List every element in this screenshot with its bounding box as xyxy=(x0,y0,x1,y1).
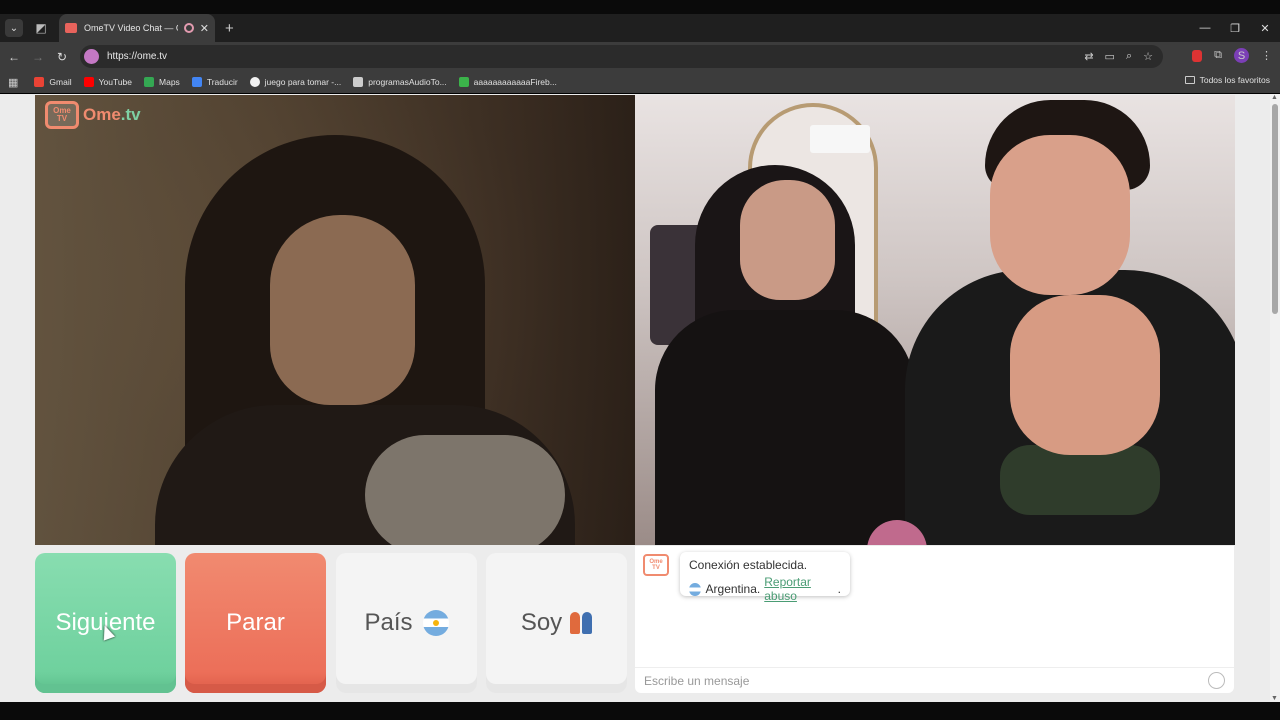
screen-top-strip xyxy=(0,0,1280,14)
local-video xyxy=(635,95,1235,545)
argentina-flag-icon xyxy=(689,582,701,596)
browser-tab-bar: ⌄ ◩ OmeTV Video Chat — Ome ✕ + — ❐ ✕ xyxy=(0,14,1280,42)
tab-close-icon[interactable]: ✕ xyxy=(200,22,209,35)
air-conditioner xyxy=(810,125,870,153)
stop-button-label: Parar xyxy=(226,609,285,636)
pinned-tab-icon[interactable]: ◩ xyxy=(33,20,49,36)
site-info-icon[interactable] xyxy=(84,49,99,64)
reload-icon[interactable]: ↻ xyxy=(52,50,72,64)
translate-icon[interactable]: ⇄ xyxy=(1084,50,1093,63)
recording-indicator-icon xyxy=(183,23,194,33)
bookmark-icon xyxy=(353,77,364,87)
tab-title: OmeTV Video Chat — Ome xyxy=(84,23,178,33)
browser-menu-icon[interactable]: ⋮ xyxy=(1261,49,1272,62)
browser-tab-active[interactable]: OmeTV Video Chat — Ome ✕ xyxy=(59,14,215,42)
logo-word-b: .tv xyxy=(120,105,141,124)
new-tab-icon[interactable]: + xyxy=(225,20,234,37)
all-bookmarks[interactable]: Todos los favoritos xyxy=(1184,75,1270,85)
bookmark-star-icon[interactable]: ☆ xyxy=(1143,50,1153,63)
chat-panel: Ome TV Conexión establecida. Argentina. … xyxy=(635,546,1234,693)
argentina-flag-icon xyxy=(422,610,449,636)
bookmark-maps[interactable]: Maps xyxy=(144,77,180,87)
person2-face xyxy=(990,135,1130,295)
person1-face xyxy=(740,180,835,300)
profile-avatar[interactable]: S xyxy=(1234,48,1249,63)
bookmark-traducir[interactable]: Traducir xyxy=(191,77,238,87)
report-suffix: . xyxy=(837,582,841,596)
person-face xyxy=(270,215,415,405)
couple-icon xyxy=(570,612,593,634)
gmail-icon xyxy=(34,77,45,87)
ometv-logo: Ome TV Ome.tv xyxy=(45,101,141,129)
next-button[interactable]: Siguiente xyxy=(35,553,176,693)
google-icon xyxy=(249,77,260,87)
extensions-puzzle-icon[interactable]: ⧉ xyxy=(1214,49,1222,62)
screen-bottom-strip xyxy=(0,702,1280,720)
forward-icon[interactable]: → xyxy=(28,50,48,64)
ometv-avatar-icon: Ome TV xyxy=(643,554,669,576)
maps-icon xyxy=(144,77,155,87)
couple-icon-man xyxy=(582,612,593,634)
scroll-thumb[interactable] xyxy=(1272,104,1278,314)
country-line: Argentina. Reportar abuso. xyxy=(689,575,841,603)
bookmark-firebase[interactable]: aaaaaaaaaaaaFireb... xyxy=(458,77,557,87)
youtube-icon xyxy=(83,77,94,87)
ometv-favicon-icon xyxy=(65,23,77,33)
tab-search-icon[interactable]: ⌄ xyxy=(5,19,23,37)
connection-status: Conexión establecida. xyxy=(689,558,808,572)
couple-icon-woman xyxy=(570,612,581,634)
bookmark-programas[interactable]: programasAudioTo... xyxy=(353,77,447,87)
emoji-icon[interactable] xyxy=(1208,672,1225,689)
window-controls: — ❐ ✕ xyxy=(1190,14,1280,42)
partner-country: Argentina. xyxy=(705,582,761,596)
zoom-icon[interactable]: ⌕ xyxy=(1126,50,1132,63)
message-input[interactable]: Escribe un mensaje xyxy=(635,667,1234,693)
gender-button-label: Soy xyxy=(520,609,563,636)
report-abuse-link[interactable]: Reportar abuso xyxy=(764,575,837,603)
person1-body xyxy=(655,310,915,545)
ometv-page: Ome TV Ome.tv Siguiente Parar País Soy O… xyxy=(0,94,1270,702)
system-message: Conexión establecida. Argentina. Reporta… xyxy=(680,552,850,603)
person2-hands xyxy=(1010,295,1160,455)
logo-word: Ome.tv xyxy=(83,105,141,125)
shirt-logo xyxy=(1000,445,1160,515)
minimize-icon[interactable]: — xyxy=(1190,22,1220,34)
scroll-up-icon[interactable]: ▲ xyxy=(1271,94,1278,101)
page-scrollbar[interactable]: ▲ ▼ xyxy=(1270,94,1280,702)
country-button-label: País xyxy=(364,609,413,636)
folder-icon xyxy=(1184,76,1195,84)
back-icon[interactable]: ← xyxy=(4,50,24,64)
scroll-down-icon[interactable]: ▼ xyxy=(1271,695,1278,702)
bookmark-juego[interactable]: juego para tomar -... xyxy=(249,77,341,87)
ometv-tv-icon: Ome TV xyxy=(45,101,79,129)
restore-icon[interactable]: ❐ xyxy=(1220,22,1250,35)
bookmark-gmail[interactable]: Gmail xyxy=(34,77,72,87)
browser-toolbar: ← → ↻ https://ome.tv ⇄ ▭ ⌕ ☆ ⧉ S ⋮ xyxy=(0,42,1280,71)
bookmarks-bar: ▦ Gmail YouTube Maps Traducir juego para… xyxy=(0,71,1280,93)
remote-video: Ome TV Ome.tv xyxy=(35,95,635,545)
stop-button[interactable]: Parar xyxy=(185,553,326,693)
close-window-icon[interactable]: ✕ xyxy=(1250,22,1280,35)
firebase-icon xyxy=(458,77,469,87)
translate-icon xyxy=(191,77,202,87)
gender-button[interactable]: Soy xyxy=(486,553,627,693)
extension-area: ⧉ S ⋮ xyxy=(1192,48,1272,63)
country-button[interactable]: País xyxy=(336,553,477,693)
message-placeholder: Escribe un mensaje xyxy=(644,673,750,688)
omnibox-actions: ⇄ ▭ ⌕ ☆ xyxy=(1084,50,1153,63)
cast-icon[interactable]: ▭ xyxy=(1105,50,1115,63)
extension-red-icon[interactable] xyxy=(1192,49,1203,62)
url-text[interactable]: https://ome.tv xyxy=(107,51,167,62)
logo-word-a: Ome xyxy=(83,105,121,124)
apps-grid-icon[interactable]: ▦ xyxy=(8,76,18,89)
address-bar[interactable]: https://ome.tv ⇄ ▭ ⌕ ☆ xyxy=(80,45,1163,68)
blanket xyxy=(365,435,565,545)
bookmark-youtube[interactable]: YouTube xyxy=(83,77,132,87)
